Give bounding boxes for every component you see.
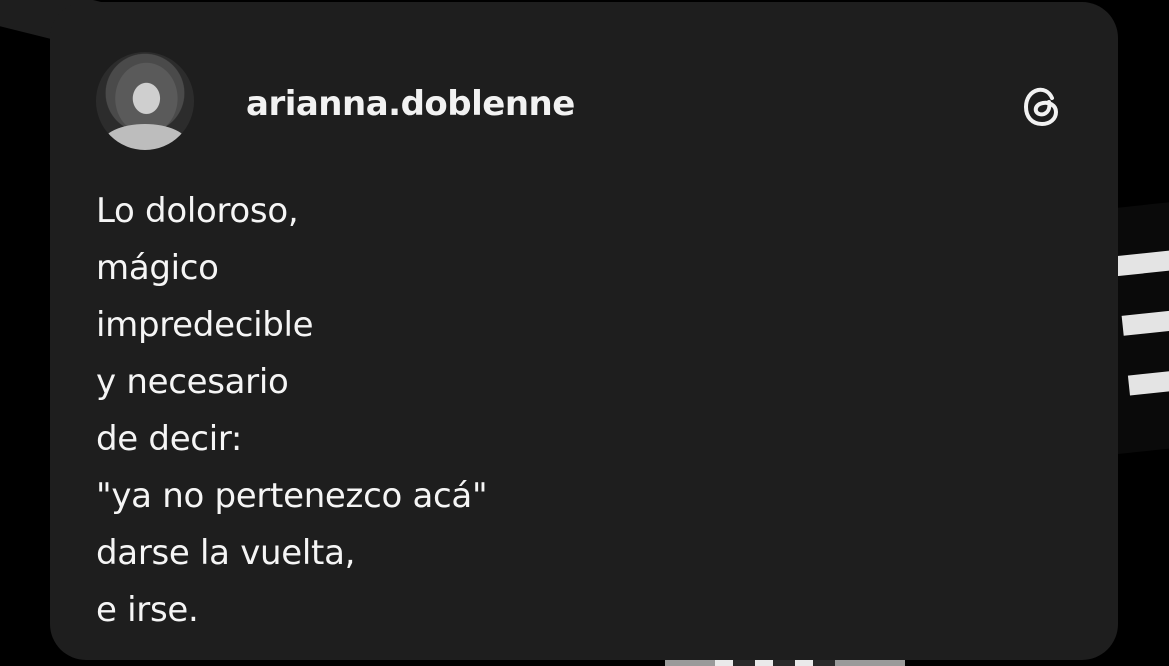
background-stripe xyxy=(1127,367,1169,396)
threads-logo-icon xyxy=(1024,87,1058,126)
post-line: Lo doloroso, xyxy=(96,191,299,231)
post-text: Lo doloroso, mágico impredecible y neces… xyxy=(96,183,488,639)
background-stripe xyxy=(1115,247,1169,277)
post-line: impredecible xyxy=(96,305,314,345)
post-line: y necesario xyxy=(96,362,289,402)
post-line: mágico xyxy=(96,248,219,288)
avatar[interactable] xyxy=(96,52,194,150)
post-line: "ya no pertenezco acá" xyxy=(96,476,488,516)
background-stripe xyxy=(1121,307,1169,336)
threads-post-card: arianna.doblenne Lo doloroso, mágico imp… xyxy=(50,2,1118,660)
username[interactable]: arianna.doblenne xyxy=(246,82,575,126)
post-line: darse la vuelta, xyxy=(96,533,356,573)
post-line: e irse. xyxy=(96,590,199,630)
post-line: de decir: xyxy=(96,419,243,459)
